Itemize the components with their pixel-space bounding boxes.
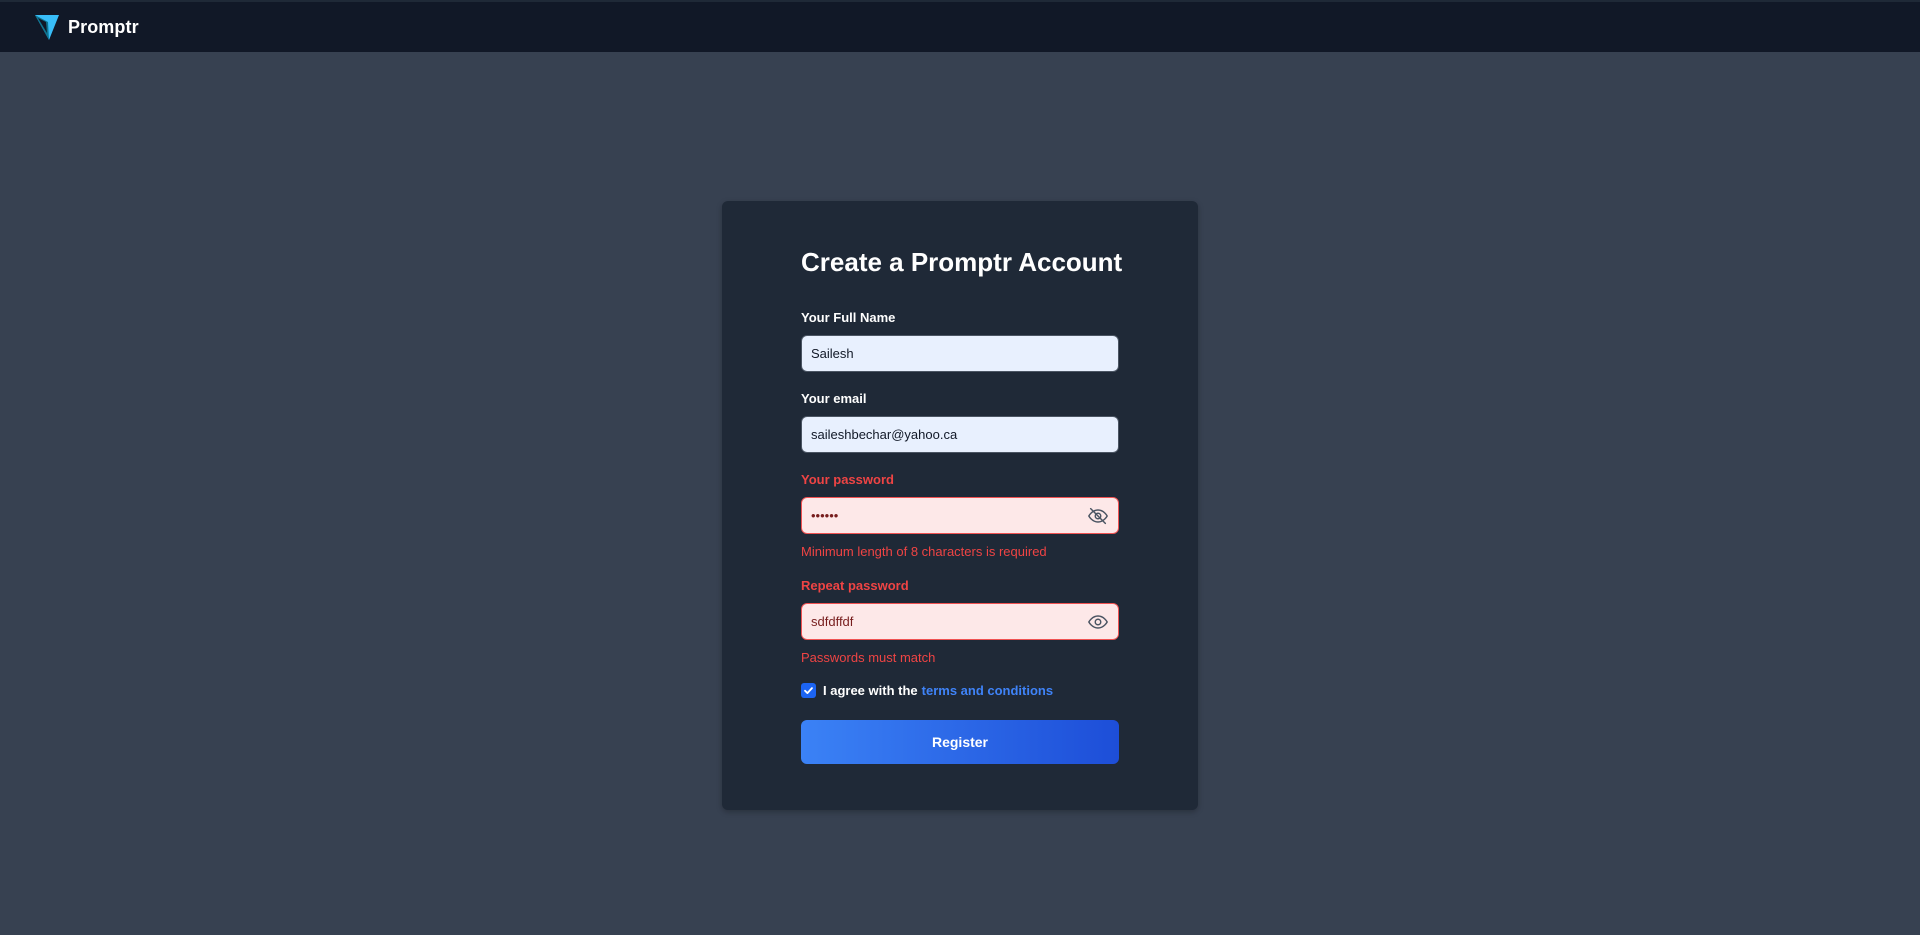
password-error: Minimum length of 8 characters is requir… [801,544,1047,559]
eye-slash-icon [1088,507,1108,525]
promptr-logo-icon [35,15,59,40]
terms-and-conditions-link[interactable]: terms and conditions [922,683,1053,698]
eye-icon [1088,615,1108,629]
page-title: Create a Promptr Account [801,247,1123,277]
toggle-password-visibility-button[interactable] [1086,505,1110,527]
repeat-password-field [801,603,1119,640]
checkmark-icon [804,687,813,694]
email-field [801,416,1119,453]
repeat-password-error: Passwords must match [801,650,936,665]
brand-link[interactable]: Promptr [34,13,139,41]
repeat-password-label: Repeat password [801,578,909,593]
navbar: Promptr [0,2,1920,52]
password-field [801,497,1119,534]
full-name-field [801,335,1119,372]
brand-name: Promptr [68,16,139,37]
terms-checkbox[interactable] [801,683,816,698]
register-card: Create a Promptr Account Your Full Name … [722,201,1198,810]
toggle-repeat-password-visibility-button[interactable] [1086,611,1110,633]
password-label: Your password [801,472,894,487]
terms-text: I agree with the [823,683,918,698]
terms-row: I agree with the terms and conditions [801,683,1053,698]
register-button[interactable]: Register [801,720,1119,764]
repeat-password-input[interactable] [802,604,1118,639]
full-name-input[interactable] [802,336,1118,371]
full-name-label: Your Full Name [801,310,896,325]
password-input[interactable] [802,498,1118,533]
email-input[interactable] [802,417,1118,452]
email-label: Your email [801,391,867,406]
